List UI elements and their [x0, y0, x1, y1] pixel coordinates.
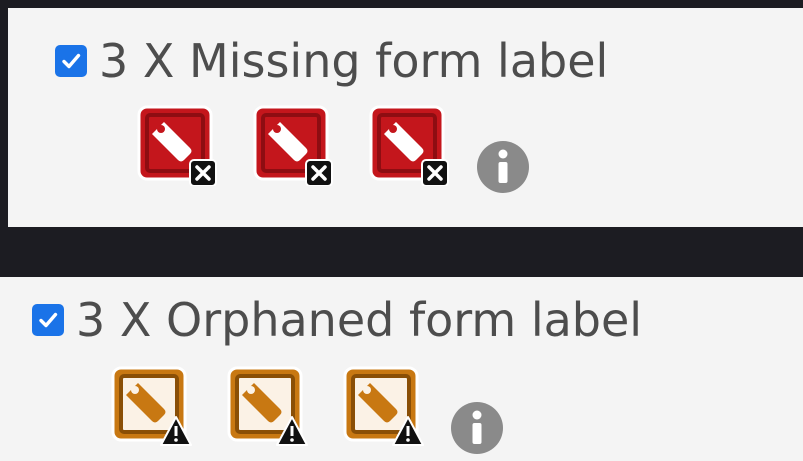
missing-label-error-icon[interactable]	[136, 104, 217, 186]
orphaned-label-alert-icon[interactable]	[110, 365, 192, 446]
missing-form-label-row: 3 X Missing form label	[55, 38, 608, 84]
missing-label-error-icon[interactable]	[252, 104, 333, 186]
orphaned-form-label-title: 3 X Orphaned form label	[76, 293, 643, 347]
orphaned-label-alert-icon[interactable]	[226, 365, 308, 446]
missing-label-error-icon[interactable]	[368, 104, 449, 186]
info-icon[interactable]	[450, 401, 504, 455]
missing-form-label-section: 3 X Missing form label	[8, 8, 803, 227]
info-icon[interactable]	[476, 140, 530, 194]
checkmark-icon	[39, 312, 58, 328]
orphaned-form-label-row: 3 X Orphaned form label	[32, 297, 642, 343]
orphaned-form-label-checkbox[interactable]	[32, 304, 64, 336]
orphaned-label-alert-icon[interactable]	[342, 365, 424, 446]
missing-form-label-title: 3 X Missing form label	[99, 34, 609, 88]
missing-form-label-checkbox[interactable]	[55, 45, 87, 77]
checkmark-icon	[62, 53, 81, 69]
missing-form-label-icons	[136, 104, 530, 193]
orphaned-form-label-section: 3 X Orphaned form label	[0, 277, 803, 461]
orphaned-form-label-icons	[110, 365, 504, 454]
